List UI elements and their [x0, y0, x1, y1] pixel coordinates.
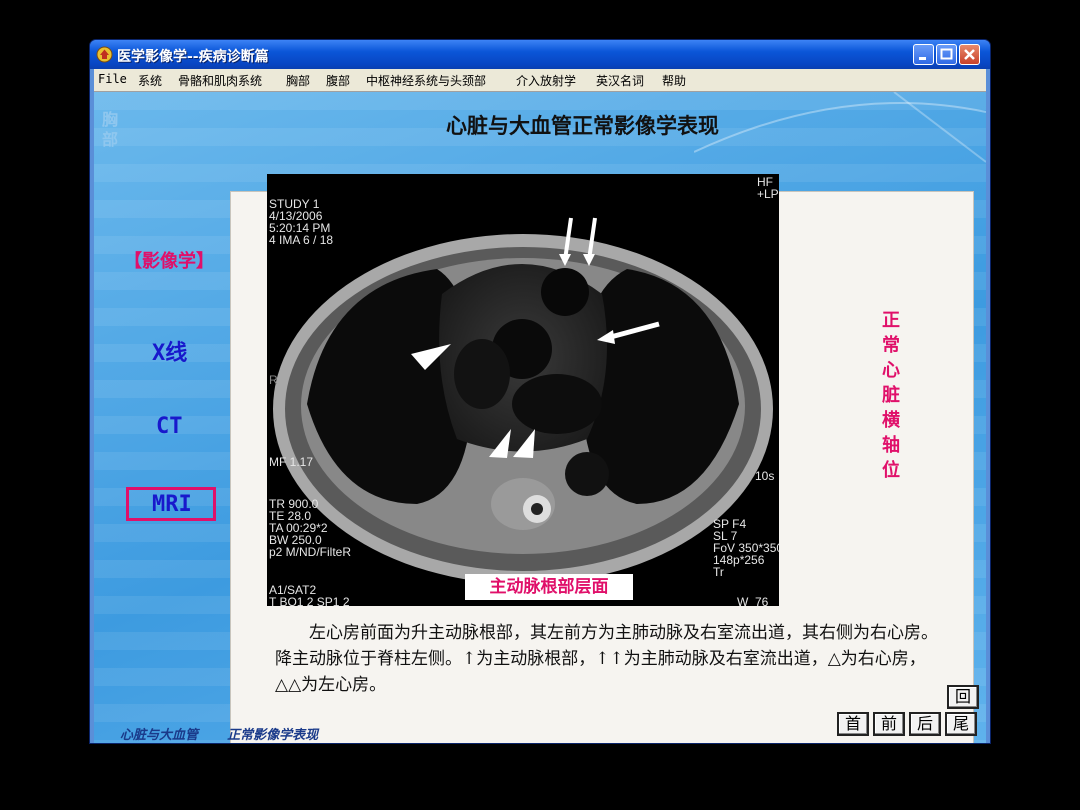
window-title: 医学影像学--疾病诊断篇	[117, 49, 269, 65]
menu-interventional[interactable]: 介入放射学	[516, 72, 576, 89]
maximize-button[interactable]	[936, 44, 957, 65]
mri-params-left: TR 900.0 TE 28.0 TA 00:29*2 BW 250.0 p2 …	[269, 497, 352, 559]
mri-sequence-info: A1/SAT2 T BO1 2 SP1 2	[269, 583, 350, 606]
nav-mri-link[interactable]: MRI	[152, 492, 192, 517]
app-icon	[96, 46, 113, 63]
section-vertical-label: 胸部	[102, 110, 119, 149]
mri-window-level: W 76	[737, 595, 769, 606]
maximize-icon	[940, 48, 953, 60]
menu-musculoskeletal[interactable]: 骨骼和肌肉系统	[178, 72, 262, 89]
nav-ct-link[interactable]: CT	[156, 414, 183, 439]
menu-file[interactable]: File	[98, 72, 127, 86]
image-caption: 主动脉根部层面	[465, 574, 633, 600]
menu-bar: File 系统 骨骼和肌肉系统 胸部 腹部 中枢神经系统与头颈部 介入放射学 英…	[94, 69, 986, 92]
title-bar[interactable]: 医学影像学--疾病诊断篇	[90, 40, 990, 69]
mri-side-marker: R	[269, 373, 278, 387]
page-title: 心脏与大血管正常影像学表现	[446, 114, 719, 138]
next-page-button[interactable]: 后	[909, 712, 941, 736]
mri-orientation: HF +LP	[757, 175, 779, 201]
footer-left: 心脏与大血管	[120, 728, 199, 743]
footer-label: 心脏与大血管 正常影像学表现	[120, 724, 318, 743]
close-icon	[964, 49, 975, 60]
minimize-button[interactable]	[913, 44, 934, 65]
last-page-button[interactable]: 尾	[945, 712, 977, 736]
decorative-arc	[694, 92, 986, 163]
first-page-button[interactable]: 首	[837, 712, 869, 736]
close-button[interactable]	[959, 44, 980, 65]
mri-time-label: 10s	[755, 469, 775, 483]
menu-cns-head-neck[interactable]: 中枢神经系统与头颈部	[366, 72, 486, 89]
menu-system[interactable]: 系统	[138, 72, 162, 89]
return-button[interactable]: 回	[947, 685, 979, 709]
menu-glossary[interactable]: 英汉名词	[596, 72, 644, 89]
mri-params-right: SP F4 SL 7 FoV 350*350 148p*256 Tr	[713, 517, 779, 579]
mri-image: STUDY 1 4/13/2006 5:20:14 PM 4 IMA 6 / 1…	[267, 174, 779, 606]
description-paragraph: 左心房前面为升主动脉根部，其左前方为主肺动脉及右室流出道，其右侧为右心房。降主动…	[275, 623, 938, 695]
footer-right: 正常影像学表现	[227, 728, 319, 743]
nav-imaging-heading: 【影像学】	[124, 251, 214, 272]
menu-chest[interactable]: 胸部	[286, 72, 310, 89]
nav-xray-link[interactable]: X线	[152, 335, 187, 367]
mri-magnification: MF 1.17	[269, 455, 314, 469]
view-vertical-label: 正常心脏横轴位	[882, 310, 900, 481]
minimize-icon	[919, 57, 926, 60]
prev-page-button[interactable]: 前	[873, 712, 905, 736]
menu-help[interactable]: 帮助	[662, 72, 686, 89]
description-text: 左心房前面为升主动脉根部，其左前方为主肺动脉及右室流出道，其右侧为右心房。降主动…	[275, 620, 945, 698]
menu-abdomen[interactable]: 腹部	[326, 72, 350, 89]
mri-study-info: STUDY 1 4/13/2006 5:20:14 PM 4 IMA 6 / 1…	[269, 197, 334, 247]
